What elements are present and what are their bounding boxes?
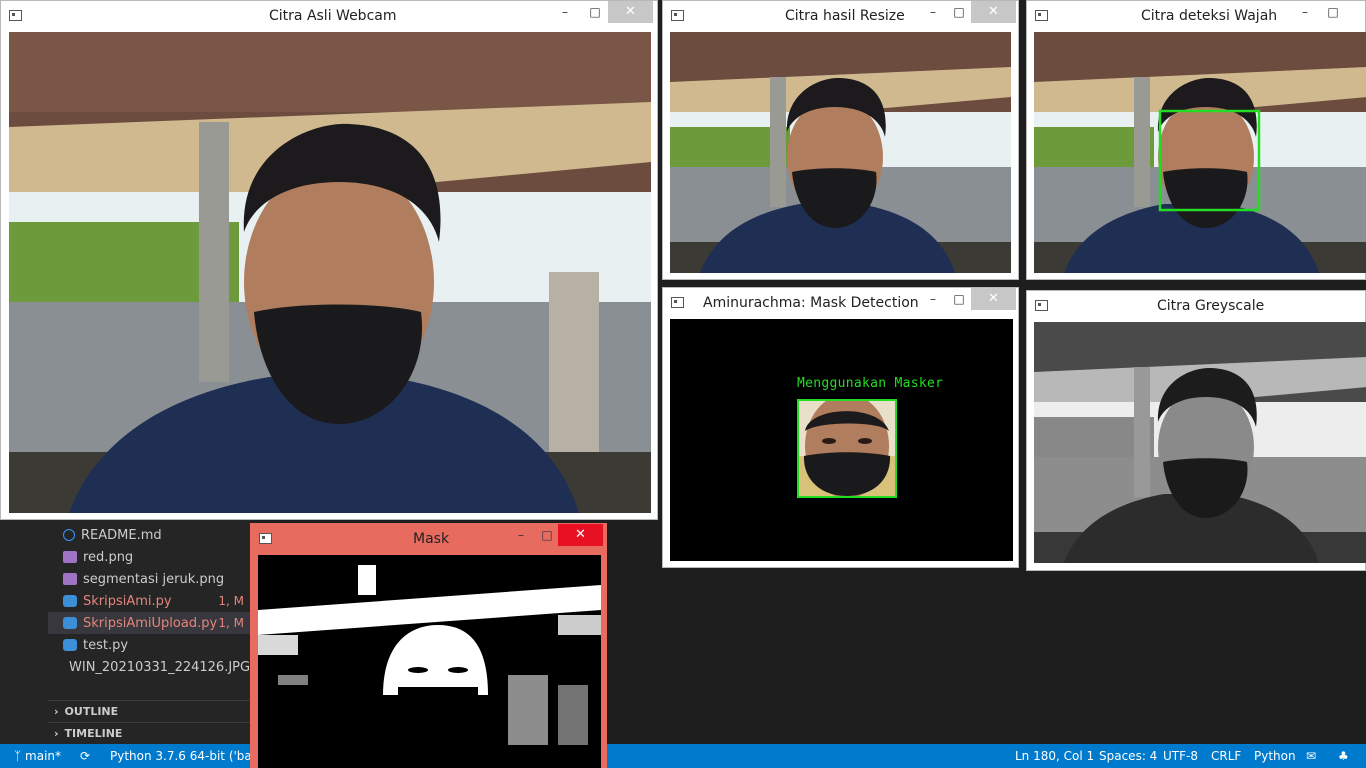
- close-button[interactable]: ✕: [971, 288, 1016, 310]
- close-button[interactable]: ✕: [558, 524, 603, 546]
- window-icon: [9, 10, 22, 21]
- file-name: segmentasi jeruk.png: [83, 571, 225, 587]
- bell-icon[interactable]: ♣: [1338, 744, 1349, 768]
- webcam-window[interactable]: Citra Asli Webcam – □ ✕: [0, 0, 658, 520]
- window-icon: [1035, 300, 1048, 311]
- title-bar[interactable]: Citra hasil Resize – □ ✕: [663, 1, 1018, 31]
- window-title: Citra deteksi Wajah: [1141, 8, 1278, 24]
- indentation[interactable]: Spaces: 4: [1099, 744, 1157, 768]
- cursor-position[interactable]: Ln 180, Col 1: [1015, 744, 1094, 768]
- python-interpreter[interactable]: Python 3.7.6 64-bit ('base':: [110, 744, 273, 768]
- window-title: Mask: [413, 531, 450, 547]
- resized-image: [670, 32, 1011, 273]
- face-detection-image: [1034, 32, 1366, 273]
- window-title: Citra hasil Resize: [785, 8, 905, 24]
- mask-window[interactable]: Mask – □ ✕: [250, 523, 607, 768]
- greyscale-window[interactable]: Citra Greyscale: [1026, 290, 1366, 571]
- window-title: Citra Asli Webcam: [269, 8, 397, 24]
- mask-detection-canvas: Menggunakan Masker: [670, 319, 1013, 561]
- title-bar[interactable]: Aminurachma: Mask Detection – □ ✕: [663, 288, 1018, 318]
- title-bar[interactable]: Citra Greyscale: [1027, 291, 1365, 321]
- window-title: Citra Greyscale: [1157, 298, 1265, 314]
- desktop: ◯ ⚙ README.md red.png segmentasi jeruk.p…: [0, 0, 1366, 768]
- file-name: SkripsiAmi.py: [83, 593, 172, 609]
- line-ending[interactable]: CRLF: [1211, 744, 1241, 768]
- chevron-right-icon: ›: [54, 705, 59, 718]
- git-branch-icon: ᛉ: [14, 749, 22, 763]
- maximize-button[interactable]: □: [579, 1, 611, 23]
- file-name: SkripsiAmiUpload.py: [83, 615, 218, 631]
- minimize-button[interactable]: –: [549, 1, 581, 23]
- mask-detection-window[interactable]: Aminurachma: Mask Detection – □ ✕ Menggu…: [662, 287, 1019, 568]
- window-icon: [671, 10, 684, 21]
- file-name: test.py: [83, 637, 129, 653]
- status-bar: ᛉ main* ⟳ Python 3.7.6 64-bit ('base': L…: [0, 744, 1366, 768]
- webcam-image: [9, 32, 651, 513]
- sync-icon[interactable]: ⟳: [80, 744, 90, 768]
- window-title: Aminurachma: Mask Detection: [703, 295, 919, 311]
- title-bar[interactable]: Citra Asli Webcam – □ ✕: [1, 1, 657, 31]
- file-item-readme[interactable]: README.md: [48, 524, 250, 546]
- branch-name: main*: [25, 749, 62, 763]
- feedback-icon[interactable]: ✉: [1306, 744, 1316, 768]
- section-title: TIMELINE: [64, 727, 123, 740]
- image-file-icon: [63, 573, 77, 585]
- resize-window[interactable]: Citra hasil Resize – □ ✕: [662, 0, 1019, 280]
- face-detection-window[interactable]: Citra deteksi Wajah – □: [1026, 0, 1366, 280]
- close-button[interactable]: ✕: [608, 1, 653, 23]
- git-status-badge: 1, M: [218, 594, 244, 608]
- info-icon: [63, 529, 75, 541]
- file-item-skripsiami[interactable]: SkripsiAmi.py 1, M: [48, 590, 250, 612]
- branch-status[interactable]: ᛉ main*: [14, 744, 61, 768]
- file-item-segmentasi[interactable]: segmentasi jeruk.png: [48, 568, 250, 590]
- python-file-icon: [63, 617, 77, 629]
- window-icon: [259, 533, 272, 544]
- git-status-badge: 1, M: [218, 616, 244, 630]
- detected-face: [797, 399, 897, 498]
- title-bar[interactable]: Citra deteksi Wajah – □: [1027, 1, 1365, 31]
- maximize-button[interactable]: □: [1317, 1, 1349, 23]
- file-item-skripsiamiupload[interactable]: SkripsiAmiUpload.py 1, M: [48, 612, 250, 634]
- window-icon: [1035, 10, 1048, 21]
- file-item-red-png[interactable]: red.png: [48, 546, 250, 568]
- chevron-right-icon: ›: [54, 727, 59, 740]
- section-title: OUTLINE: [64, 705, 119, 718]
- file-name: README.md: [81, 527, 162, 543]
- encoding[interactable]: UTF-8: [1163, 744, 1198, 768]
- file-item-win-jpg[interactable]: WIN_20210331_224126.JPG: [48, 656, 250, 678]
- python-file-icon: [63, 595, 77, 607]
- python-file-icon: [63, 639, 77, 651]
- close-button[interactable]: ✕: [971, 1, 1016, 23]
- timeline-section[interactable]: › TIMELINE: [48, 722, 250, 744]
- file-item-test-py[interactable]: test.py: [48, 634, 250, 656]
- file-name: red.png: [83, 549, 134, 565]
- greyscale-image: [1034, 322, 1366, 563]
- detection-label: Menggunakan Masker: [797, 376, 944, 391]
- title-bar[interactable]: Mask – □ ✕: [251, 524, 606, 554]
- file-name: WIN_20210331_224126.JPG: [69, 659, 251, 675]
- language-mode[interactable]: Python: [1254, 744, 1296, 768]
- binary-mask-image: [258, 555, 601, 768]
- image-file-icon: [63, 551, 77, 563]
- outline-section[interactable]: › OUTLINE: [48, 700, 250, 722]
- window-icon: [671, 297, 684, 308]
